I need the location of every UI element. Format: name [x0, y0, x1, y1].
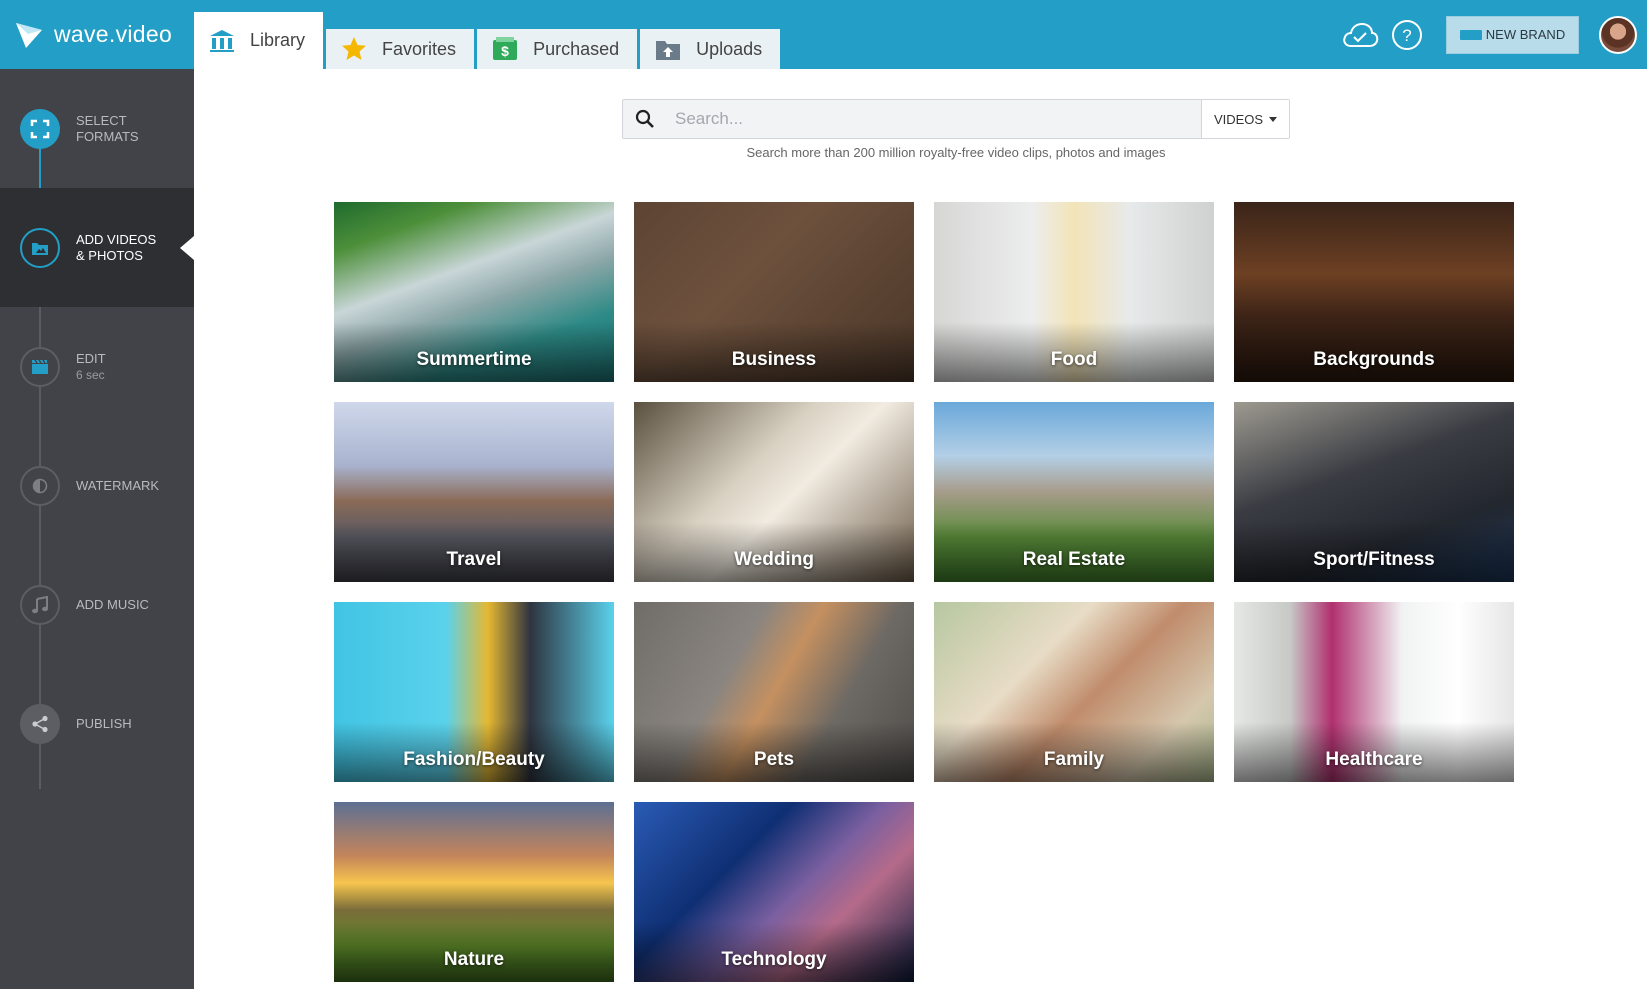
tab-purchased-label: Purchased — [533, 38, 620, 59]
tab-uploads-label: Uploads — [696, 38, 763, 59]
category-name: Summertime — [416, 349, 532, 370]
category-tile-wedding[interactable]: Wedding — [634, 402, 914, 582]
step-watermark-label: WATERMARK — [76, 477, 160, 493]
category-name: Technology — [721, 949, 827, 970]
category-tile-nature[interactable]: Nature — [334, 802, 614, 982]
category-name: Pets — [753, 749, 795, 770]
tab-favorites[interactable]: Favorites — [326, 29, 475, 69]
tab-library[interactable]: Library — [194, 12, 324, 69]
category-name: Healthcare — [1325, 749, 1423, 770]
share-icon — [20, 703, 60, 744]
media-icon — [20, 227, 60, 268]
step-edit-label: EDIT 6 sec — [76, 350, 106, 382]
category-name: Backgrounds — [1313, 349, 1435, 370]
category-tile-pets[interactable]: Pets — [634, 602, 914, 782]
steps-sidebar: SELECT FORMATS ADD VIDEOS & PHOTOS EDIT 6 … — [0, 69, 194, 989]
tab-uploads[interactable]: Uploads — [640, 29, 781, 69]
formats-icon — [20, 108, 60, 149]
brand-name: wave.video — [54, 21, 173, 47]
help-icon[interactable]: ? — [1390, 18, 1424, 52]
category-tile-backgrounds[interactable]: Backgrounds — [1234, 202, 1514, 382]
media-type-dropdown[interactable]: VIDEOS — [1201, 100, 1289, 138]
wave-logo-icon — [16, 22, 42, 48]
library-tabs: Library Favorites $ Purchased Uploads — [194, 12, 783, 69]
category-tile-summertime[interactable]: Summertime — [334, 202, 614, 382]
chevron-down-icon — [1269, 116, 1278, 122]
category-tile-food[interactable]: Food — [934, 202, 1214, 382]
category-name: Business — [731, 349, 817, 370]
category-tile-technology[interactable]: Technology — [634, 802, 914, 982]
brand-kit-icon — [1459, 29, 1482, 40]
category-name: Real Estate — [1022, 549, 1126, 570]
search-hint: Search more than 200 million royalty-fre… — [746, 145, 1166, 160]
user-avatar[interactable] — [1599, 15, 1637, 54]
clapperboard-icon — [20, 346, 60, 387]
step-edit[interactable]: EDIT 6 sec — [0, 307, 194, 426]
tab-library-label: Library — [250, 30, 306, 50]
category-tile-business[interactable]: Business — [634, 202, 914, 382]
star-icon — [340, 36, 368, 62]
category-tile-sport-fitness[interactable]: Sport/Fitness — [1234, 402, 1514, 582]
brand[interactable]: wave.video — [0, 0, 194, 69]
media-type-selected: VIDEOS — [1213, 111, 1264, 127]
category-name: Wedding — [734, 549, 814, 570]
step-select-formats[interactable]: SELECT FORMATS — [0, 69, 194, 188]
active-step-pointer — [180, 235, 194, 260]
new-brand-label: NEW BRAND — [1485, 27, 1566, 42]
category-tile-healthcare[interactable]: Healthcare — [1234, 602, 1514, 782]
music-icon — [20, 584, 60, 625]
category-name: Travel — [446, 549, 502, 570]
top-bar: wave.video Library Favorites $ Purchased… — [0, 0, 1647, 69]
category-name: Family — [1043, 749, 1105, 770]
step-select-formats-label: SELECT FORMATS — [76, 112, 139, 144]
category-tile-travel[interactable]: Travel — [334, 402, 614, 582]
category-tile-real-estate[interactable]: Real Estate — [934, 402, 1214, 582]
category-tile-fashion-beauty[interactable]: Fashion/Beauty — [334, 602, 614, 782]
library-icon — [208, 28, 236, 54]
tab-favorites-label: Favorites — [382, 38, 457, 59]
search-input[interactable] — [667, 100, 1201, 138]
category-name: Nature — [443, 949, 505, 970]
new-brand-button[interactable]: NEW BRAND — [1446, 15, 1579, 54]
watermark-icon — [20, 465, 60, 506]
step-watermark[interactable]: WATERMARK — [0, 426, 194, 545]
search-bar: VIDEOS — [622, 99, 1290, 139]
step-add-videos-photos-label: ADD VIDEOS & PHOTOS — [76, 231, 157, 263]
step-add-music[interactable]: ADD MUSIC — [0, 545, 194, 664]
tab-purchased[interactable]: $ Purchased — [477, 29, 638, 69]
category-tile-family[interactable]: Family — [934, 602, 1214, 782]
step-publish-label: PUBLISH — [76, 715, 132, 731]
search-icon[interactable] — [623, 100, 667, 138]
edit-duration: 6 sec — [76, 367, 105, 382]
svg-text:?: ? — [1402, 26, 1411, 45]
cloud-check-icon[interactable] — [1340, 17, 1380, 53]
header-actions: ? NEW BRAND — [1340, 0, 1647, 69]
step-publish[interactable]: PUBLISH — [0, 664, 194, 783]
step-add-music-label: ADD MUSIC — [76, 596, 149, 612]
category-name: Fashion/Beauty — [403, 749, 545, 770]
dollar-icon: $ — [491, 36, 519, 62]
category-name: Food — [1050, 349, 1098, 370]
upload-folder-icon — [654, 36, 682, 62]
category-grid: Summertime Business Food Backgrounds Tra… — [334, 202, 1514, 982]
svg-text:$: $ — [501, 43, 509, 59]
category-name: Sport/Fitness — [1313, 549, 1435, 570]
step-add-videos-photos[interactable]: ADD VIDEOS & PHOTOS — [0, 188, 194, 307]
